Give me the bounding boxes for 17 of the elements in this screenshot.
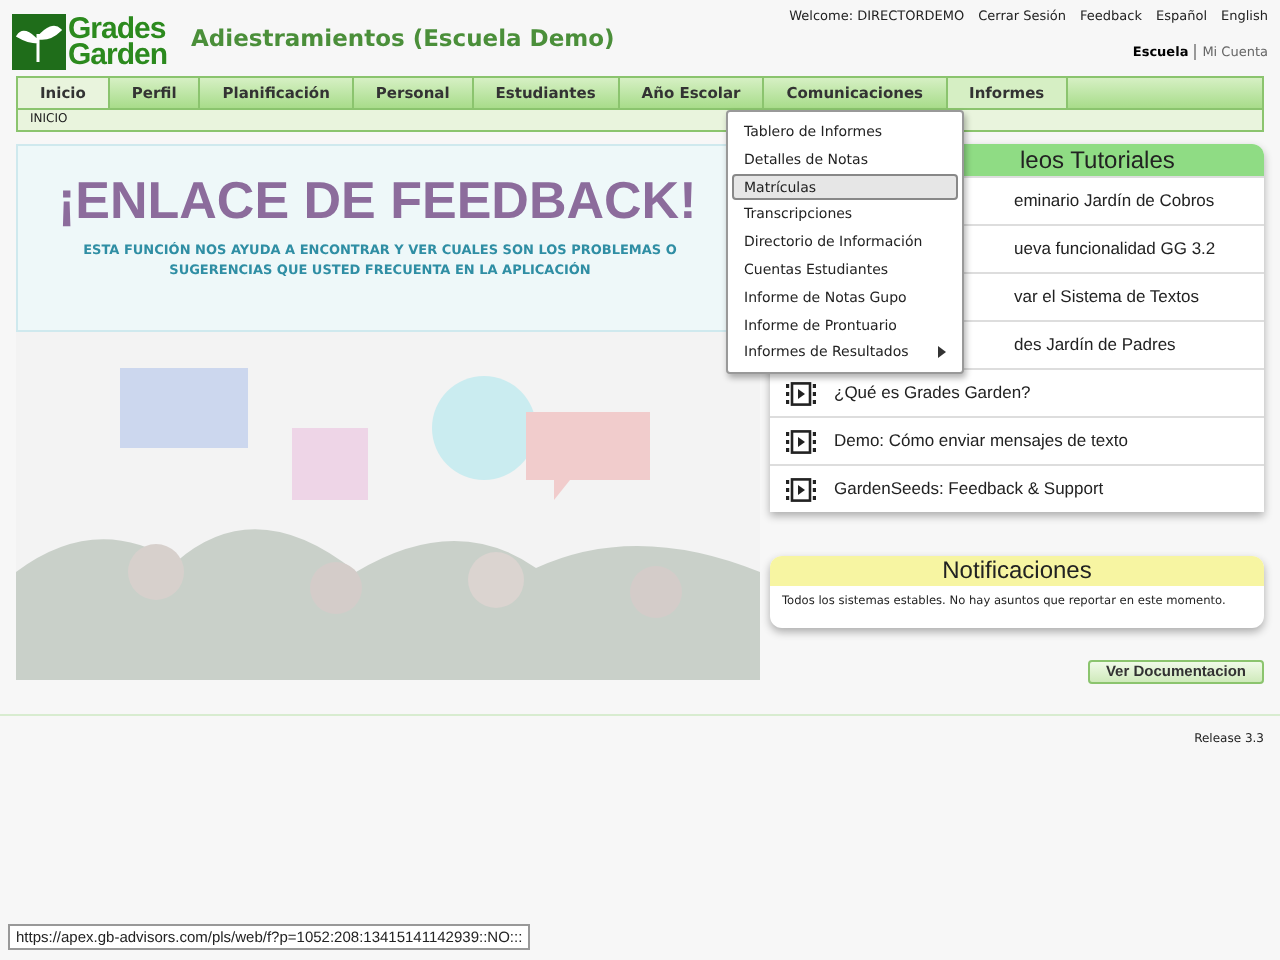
- panel-title: Notificaciones: [942, 556, 1092, 584]
- tutorial-link[interactable]: ¿Qué es Grades Garden?: [834, 380, 1031, 406]
- tutorial-link[interactable]: ueva funcionalidad GG 3.2: [1014, 236, 1216, 262]
- tutorial-link[interactable]: Demo: Cómo enviar mensajes de texto: [834, 428, 1128, 454]
- tutorial-link[interactable]: des Jardín de Padres: [1014, 332, 1176, 358]
- tutorial-link[interactable]: GardenSeeds: Feedback & Support: [834, 476, 1104, 502]
- banner-title: ¡ENLACE DE FEEDBACK!: [58, 168, 697, 234]
- plant-logo-icon: [12, 14, 66, 70]
- logo-text: Grades: [68, 16, 166, 42]
- video-icon: [786, 429, 816, 453]
- logo-text: Garden: [68, 42, 168, 68]
- tutorial-link[interactable]: var el Sistema de Textos: [1014, 284, 1199, 310]
- panel-title: leos Tutoriales: [1020, 146, 1175, 174]
- tutorial-link[interactable]: eminario Jardín de Cobros: [1014, 188, 1215, 214]
- video-icon: [786, 477, 816, 501]
- school-title: Adiestramientos (Escuela Demo): [191, 22, 615, 56]
- video-icon: [786, 381, 816, 405]
